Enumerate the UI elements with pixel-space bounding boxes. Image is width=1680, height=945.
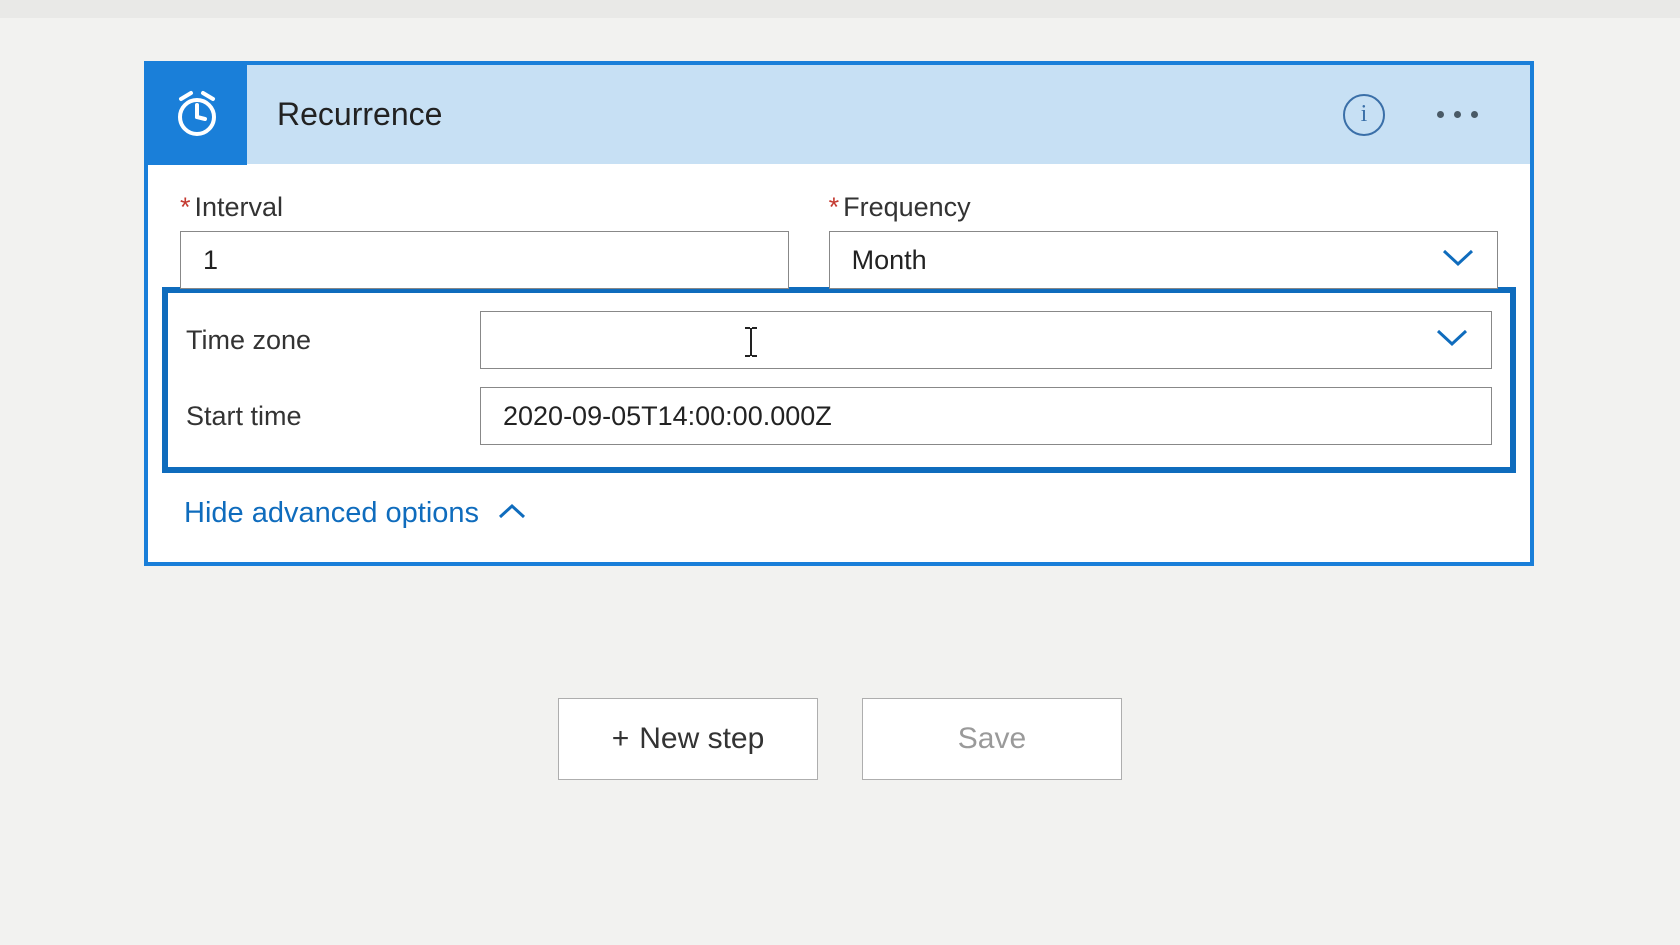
clock-icon (147, 65, 247, 165)
toggle-label: Hide advanced options (184, 497, 479, 530)
info-icon[interactable]: i (1343, 94, 1385, 136)
interval-frequency-row: *Interval *Frequency Month (180, 192, 1498, 289)
bottom-actions: + New step Save (0, 698, 1680, 780)
card-header: Recurrence i (148, 65, 1530, 164)
new-step-button[interactable]: + New step (558, 698, 818, 780)
new-step-label: New step (639, 722, 764, 756)
more-icon[interactable] (1433, 103, 1482, 126)
card-title: Recurrence (247, 96, 1343, 133)
required-asterisk: * (180, 192, 191, 222)
timezone-row: Time zone (186, 311, 1492, 369)
page-topbar (0, 0, 1680, 18)
timezone-select[interactable] (480, 311, 1492, 369)
start-time-row: Start time (186, 387, 1492, 445)
chevron-down-icon (1441, 245, 1475, 276)
start-time-input[interactable] (480, 387, 1492, 445)
plus-icon: + (612, 722, 630, 756)
recurrence-card: Recurrence i *Interval *Frequency Month (144, 61, 1534, 566)
interval-label: *Interval (180, 192, 789, 223)
interval-field: *Interval (180, 192, 789, 289)
save-button[interactable]: Save (862, 698, 1122, 780)
frequency-label: *Frequency (829, 192, 1498, 223)
header-actions: i (1343, 94, 1530, 136)
text-cursor-icon (741, 322, 761, 369)
chevron-up-icon (497, 497, 527, 530)
start-time-label: Start time (186, 401, 480, 432)
card-body: *Interval *Frequency Month Time zone (148, 164, 1530, 562)
chevron-down-icon (1435, 325, 1469, 356)
interval-label-text: Interval (195, 192, 284, 222)
hide-advanced-toggle[interactable]: Hide advanced options (184, 497, 527, 530)
frequency-field: *Frequency Month (829, 192, 1498, 289)
frequency-label-text: Frequency (843, 192, 971, 222)
frequency-select[interactable]: Month (829, 231, 1498, 289)
advanced-options-highlight: Time zone (162, 287, 1516, 473)
timezone-label: Time zone (186, 325, 480, 356)
interval-input[interactable] (180, 231, 789, 289)
required-asterisk: * (829, 192, 840, 222)
frequency-value: Month (852, 245, 927, 276)
save-label: Save (958, 722, 1026, 756)
